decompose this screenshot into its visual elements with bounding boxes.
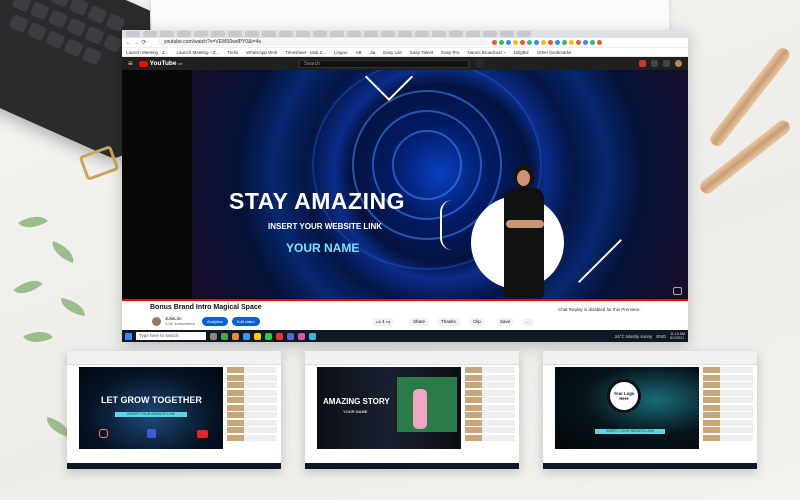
leaf [13, 273, 43, 301]
language-indicator[interactable]: ENG [656, 334, 666, 339]
weather-widget[interactable]: 24°C Mostly sunny [615, 334, 653, 339]
youtube-logo[interactable]: YouTube MY [138, 60, 183, 67]
video-headline: STAY AMAZING [229, 188, 405, 214]
thumbnail-sidebar [465, 367, 515, 449]
apps-icon[interactable] [651, 60, 658, 67]
like-button[interactable]: 👍︎ 4 👎︎ [372, 318, 395, 326]
bookmark-item[interactable]: Jia [369, 50, 375, 55]
create-icon[interactable] [639, 60, 646, 67]
app-icon[interactable] [221, 332, 228, 340]
bookmark-item[interactable]: Launch Meeting - Z... [177, 50, 220, 55]
thumbnail-video: LET GROW TOGETHER INSERT YOUR WEBSITE LI… [79, 367, 223, 449]
bookmark-item[interactable]: Trello [227, 50, 238, 55]
thumbnail-pill: INSERT YOUR WEBSITE LINK [115, 412, 187, 417]
youtube-icon [197, 430, 208, 438]
facebook-icon [147, 429, 156, 438]
thumbnail-headline: AMAZING STORY [323, 397, 390, 406]
bookmark-item[interactable]: Timesheet - task 2... [285, 50, 326, 55]
bookmark-item[interactable]: Easy Pro [441, 50, 459, 55]
youtube-header: ≡ YouTube MY Search [122, 57, 688, 70]
edit-video-button[interactable]: Edit video [232, 317, 260, 326]
pen [697, 117, 793, 197]
save-button[interactable]: Save [496, 318, 515, 326]
url-field[interactable]: youtube.com/watch?v=VEMS0wdPY0&t=4s [158, 39, 488, 46]
thumbnail-subline: YOUR NAME [343, 409, 368, 414]
decor-line [440, 200, 452, 250]
app-icon[interactable] [276, 332, 283, 340]
clock[interactable]: 11:15 AM 6/1/2021 [670, 332, 685, 340]
presenter-figure [413, 389, 427, 429]
subscriber-count: 1.2K subscribers [165, 321, 195, 326]
clip-button[interactable]: Clip [469, 318, 485, 326]
bookmark-item[interactable]: WhatsApp Web [246, 50, 277, 55]
extension-icons[interactable] [492, 40, 602, 45]
bookmark-item[interactable]: Lingoo [334, 50, 348, 55]
fullscreen-icon[interactable] [673, 287, 682, 295]
more-actions-button[interactable]: ... [522, 318, 534, 326]
app-icon[interactable] [298, 332, 305, 340]
notifications-icon[interactable] [663, 60, 670, 67]
leaf [18, 209, 48, 235]
preview-thumbnail-1: LET GROW TOGETHER INSERT YOUR WEBSITE LI… [67, 351, 281, 469]
bookmark-item[interactable]: Launch Meeting - Z... [126, 50, 169, 55]
windows-taskbar: Type here to search 24°C Mostly sunny EN… [122, 330, 688, 342]
app-icon[interactable] [243, 332, 250, 340]
share-button[interactable]: Share [409, 318, 430, 326]
browser-tab-bar [122, 30, 688, 38]
presenter-figure [498, 164, 552, 299]
app-icon[interactable] [265, 332, 272, 340]
bookmark-item[interactable]: Easy Talent [410, 50, 433, 55]
chat-replay-notice: Chat Replay is disabled for this Premier… [558, 307, 641, 312]
thumbnail-video: AMAZING STORY YOUR NAME [317, 367, 461, 449]
leaf [48, 240, 78, 264]
video-player[interactable]: STAY AMAZING INSERT YOUR WEBSITE LINK YO… [122, 70, 688, 299]
app-icon[interactable] [232, 332, 239, 340]
video-subline: INSERT YOUR WEBSITE LINK [268, 222, 383, 231]
bookmark-item[interactable]: AB [355, 50, 361, 55]
windows-start-icon[interactable] [125, 332, 132, 340]
video-name: YOUR NAME [286, 241, 360, 255]
address-bar-row: ← → ⟳ youtube.com/watch?v=VEMS0wdPY0&t=4… [122, 38, 688, 48]
thumbnail-headline: LET GROW TOGETHER [101, 395, 202, 405]
preview-thumbnail-2: AMAZING STORY YOUR NAME [305, 351, 519, 469]
task-view-icon[interactable] [210, 332, 217, 340]
app-icon[interactable] [287, 332, 294, 340]
thanks-button[interactable]: Thanks [437, 318, 460, 326]
thumbnail-video: Your Logo Here INSERT YOUR WEBSITE LINK [555, 367, 699, 449]
search-input[interactable]: Search [299, 59, 470, 68]
microphone-icon[interactable] [475, 59, 485, 68]
video-title: Bonus Brand Intro Magical Space [150, 304, 262, 311]
nav-buttons[interactable]: ← → ⟳ [126, 39, 154, 46]
thumbnail-pill: INSERT YOUR WEBSITE LINK [595, 429, 665, 434]
bookmark-item[interactable]: DiligBiz [514, 50, 529, 55]
leaf [58, 297, 88, 317]
thumbnail-sidebar [703, 367, 753, 449]
analytics-button[interactable]: Analytics [202, 317, 229, 326]
instagram-icon [99, 429, 108, 438]
preview-thumbnail-3: Your Logo Here INSERT YOUR WEBSITE LINK [543, 351, 757, 469]
bookmarks-bar: Launch Meeting - Z... Launch Meeting - Z… [122, 48, 688, 57]
leaf [23, 325, 53, 349]
channel-avatar[interactable] [152, 317, 161, 326]
bookmark-item[interactable]: Easy Lan [383, 50, 402, 55]
app-icon[interactable] [309, 332, 316, 340]
browser-window: ← → ⟳ youtube.com/watch?v=VEMS0wdPY0&t=4… [122, 30, 688, 342]
hamburger-menu-icon[interactable]: ≡ [128, 59, 133, 68]
taskbar-search[interactable]: Type here to search [136, 332, 206, 340]
bookmark-item[interactable]: Other bookmarks [537, 50, 572, 55]
youtube-play-icon [138, 60, 148, 67]
video-background [192, 70, 688, 299]
bookmark-item[interactable]: Naomi Broadcast ~ [467, 50, 505, 55]
logo-placeholder: Your Logo Here [607, 379, 641, 413]
avatar[interactable] [675, 60, 682, 67]
app-icon[interactable] [254, 332, 261, 340]
thumbnail-sidebar [227, 367, 277, 449]
header-actions [639, 60, 682, 67]
